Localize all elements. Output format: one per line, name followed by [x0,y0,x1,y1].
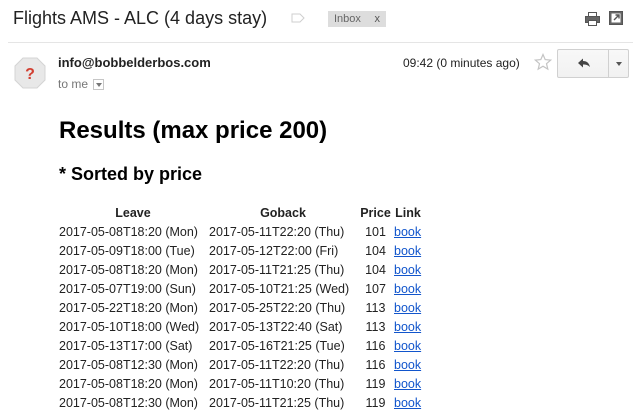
cell-leave: 2017-05-08T18:20 (Mon) [59,262,198,277]
cell-link: book [393,355,423,374]
cell-leave: 2017-05-08T12:30 (Mon) [59,395,198,410]
flights-table-body: 2017-05-08T18:20 (Mon) 2017-05-11T22:20 (… [58,222,423,412]
table-row: 2017-05-07T19:00 (Sun) 2017-05-10T21:25 (… [58,279,423,298]
table-row: 2017-05-08T18:20 (Mon) 2017-05-11T22:20 (… [58,222,423,241]
book-link[interactable]: book [394,225,421,239]
book-link[interactable]: book [394,282,421,296]
cell-goback: 2017-05-11T22:20 (Thu) [209,357,345,372]
cell-goback: 2017-05-16T21:25 (Tue) [209,338,345,353]
cell-link: book [393,298,423,317]
cell-price: 104 [365,243,386,258]
book-link[interactable]: book [394,358,421,372]
more-actions-button[interactable] [609,50,629,77]
table-row: 2017-05-09T18:00 (Tue) 2017-05-12T22:00 (… [58,241,423,260]
cell-leave: 2017-05-10T18:00 (Wed) [59,319,200,334]
book-link[interactable]: book [394,263,421,277]
table-header-row: Leave Goback Price Link [58,203,423,222]
header-link: Link [395,205,421,220]
table-row: 2017-05-22T18:20 (Mon) 2017-05-25T22:20 (… [58,298,423,317]
cell-price: 113 [365,300,386,315]
results-title: Results (max price 200) [59,117,328,144]
print-icon[interactable] [585,12,600,26]
book-link[interactable]: book [394,396,421,410]
sorted-heading: * Sorted by price [59,164,203,184]
email-subject: Flights AMS - ALC (4 days stay) [13,8,268,28]
cell-goback: 2017-05-10T21:25 (Wed) [209,281,350,296]
reply-button-group [557,49,629,78]
cell-goback: 2017-05-11T21:25 (Thu) [209,262,345,277]
cell-price: 119 [365,376,386,391]
book-link[interactable]: book [394,377,421,391]
cell-leave: 2017-05-09T18:00 (Tue) [59,243,195,258]
cell-link: book [393,241,423,260]
header-divider [8,42,633,43]
flights-table: Leave Goback Price Link 2017-05-08T18:20… [58,203,423,412]
cell-leave: 2017-05-08T18:20 (Mon) [59,376,198,391]
cell-link: book [393,336,423,355]
book-link[interactable]: book [394,320,421,334]
cell-goback: 2017-05-25T22:20 (Thu) [209,300,346,315]
cell-leave: 2017-05-22T18:20 (Mon) [59,300,198,315]
cell-leave: 2017-05-13T17:00 (Sat) [59,338,193,353]
header-price: Price [360,205,391,220]
cell-price: 116 [365,357,386,372]
table-row: 2017-05-08T12:30 (Mon) 2017-05-11T21:25 (… [58,393,423,412]
cell-goback: 2017-05-11T21:25 (Thu) [209,395,345,410]
header-goback: Goback [260,205,306,220]
star-icon[interactable] [534,53,552,71]
recipient-text: to me [58,77,89,91]
book-link[interactable]: book [394,301,421,315]
cell-price: 107 [365,281,386,296]
cell-link: book [393,279,423,298]
table-row: 2017-05-08T12:30 (Mon) 2017-05-11T22:20 (… [58,355,423,374]
avatar-glyph: ? [25,66,35,83]
cell-link: book [393,374,423,393]
cell-goback: 2017-05-11T22:20 (Thu) [209,224,345,239]
default-avatar-icon: ? [14,57,46,89]
sender-email[interactable]: info@bobbelderbos.com [58,55,211,70]
cell-price: 119 [365,395,386,410]
table-row: 2017-05-10T18:00 (Wed) 2017-05-13T22:40 (… [58,317,423,336]
recipient-line: to me [58,77,105,91]
cell-link: book [393,393,423,412]
cell-link: book [393,260,423,279]
reply-arrow-icon [578,58,590,68]
book-link[interactable]: book [394,244,421,258]
cell-goback: 2017-05-11T10:20 (Thu) [209,376,345,391]
table-row: 2017-05-13T17:00 (Sat) 2017-05-16T21:25 (… [58,336,423,355]
cell-link: book [393,222,423,241]
recipient-details-dropdown[interactable] [93,79,105,91]
reply-button[interactable] [558,50,608,77]
book-link[interactable]: book [394,339,421,353]
table-row: 2017-05-08T18:20 (Mon) 2017-05-11T10:20 (… [58,374,423,393]
cell-price: 116 [365,338,386,353]
label-tag-icon[interactable] [291,13,305,23]
cell-price: 101 [365,224,386,239]
cell-leave: 2017-05-07T19:00 (Sun) [59,281,196,296]
cell-price: 113 [365,319,386,334]
table-row: 2017-05-08T18:20 (Mon) 2017-05-11T21:25 (… [58,260,423,279]
inbox-label-text: Inbox [334,13,361,25]
cell-leave: 2017-05-08T12:30 (Mon) [59,357,198,372]
message-timestamp: 09:42 (0 minutes ago) [403,56,520,70]
inbox-label-chip[interactable]: Inbox x [328,11,386,27]
subject-bar: Flights AMS - ALC (4 days stay) Inbox x [0,0,641,38]
remove-label-button[interactable]: x [375,11,381,27]
cell-link: book [393,317,423,336]
header-leave: Leave [115,205,151,220]
cell-price: 104 [365,262,386,277]
new-window-icon[interactable] [609,11,623,25]
cell-leave: 2017-05-08T18:20 (Mon) [59,224,198,239]
cell-goback: 2017-05-13T22:40 (Sat) [209,319,343,334]
cell-goback: 2017-05-12T22:00 (Fri) [209,243,339,258]
